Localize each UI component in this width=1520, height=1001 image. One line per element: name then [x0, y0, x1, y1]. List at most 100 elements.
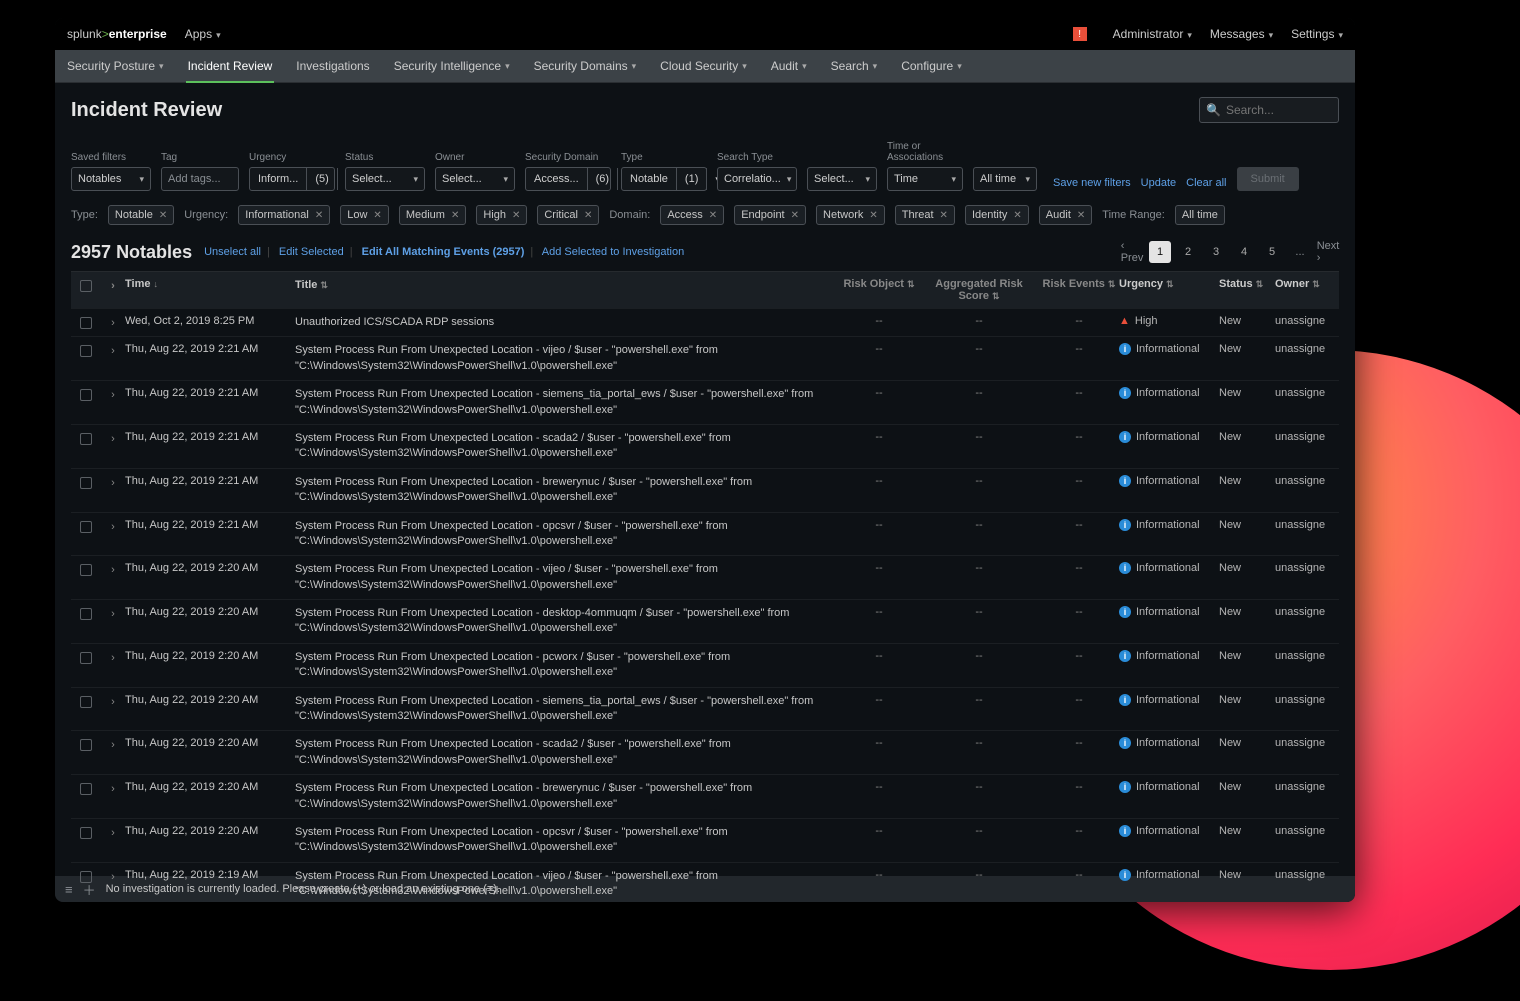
chip-domain-access[interactable]: Access✕ [660, 205, 724, 225]
chip-domain-endpoint[interactable]: Endpoint✕ [734, 205, 806, 225]
col-urgency[interactable]: Urgency⇅ [1119, 278, 1219, 290]
table-row[interactable]: ›Thu, Aug 22, 2019 2:21 AMSystem Process… [71, 469, 1339, 513]
chip-type-notable[interactable]: Notable✕ [108, 205, 174, 225]
table-row[interactable]: ›Wed, Oct 2, 2019 8:25 PMUnauthorized IC… [71, 309, 1339, 337]
table-row[interactable]: ›Thu, Aug 22, 2019 2:20 AMSystem Process… [71, 600, 1339, 644]
row-expand-icon[interactable]: › [101, 869, 125, 883]
chip-close-icon[interactable]: ✕ [584, 210, 592, 221]
owner-dropdown[interactable]: Select...▾ [435, 167, 515, 191]
chip-urgency-high[interactable]: High✕ [476, 205, 527, 225]
row-expand-icon[interactable]: › [101, 606, 125, 620]
row-checkbox[interactable] [80, 696, 92, 708]
search-input[interactable] [1226, 103, 1355, 117]
nav-incident-review[interactable]: Incident Review [186, 50, 275, 83]
row-checkbox[interactable] [80, 608, 92, 620]
table-row[interactable]: ›Thu, Aug 22, 2019 2:21 AMSystem Process… [71, 425, 1339, 469]
row-expand-icon[interactable]: › [101, 431, 125, 445]
chip-domain-identity[interactable]: Identity✕ [965, 205, 1029, 225]
row-expand-icon[interactable]: › [101, 519, 125, 533]
pager-page-5[interactable]: 5 [1261, 241, 1283, 263]
chip-domain-threat[interactable]: Threat✕ [895, 205, 955, 225]
add-to-investigation-link[interactable]: Add Selected to Investigation [542, 246, 684, 258]
row-checkbox[interactable] [80, 564, 92, 576]
table-row[interactable]: ›Thu, Aug 22, 2019 2:20 AMSystem Process… [71, 644, 1339, 688]
row-checkbox[interactable] [80, 521, 92, 533]
chip-close-icon[interactable]: ✕ [373, 210, 381, 221]
row-checkbox[interactable] [80, 827, 92, 839]
table-row[interactable]: ›Thu, Aug 22, 2019 2:21 AMSystem Process… [71, 337, 1339, 381]
security-domain-dropdown[interactable]: Access...(6)▾ [525, 167, 611, 191]
clear-filters-link[interactable]: Clear all [1186, 177, 1226, 189]
nav-cloud-security[interactable]: Cloud Security [658, 50, 749, 83]
col-risk-events[interactable]: Risk Events⇅ [1039, 278, 1119, 290]
pager-page-2[interactable]: 2 [1177, 241, 1199, 263]
row-expand-icon[interactable]: › [101, 650, 125, 664]
row-expand-icon[interactable]: › [101, 343, 125, 357]
update-filters-link[interactable]: Update [1141, 177, 1176, 189]
col-owner[interactable]: Owner⇅ [1275, 278, 1339, 290]
row-expand-icon[interactable]: › [101, 825, 125, 839]
row-expand-icon[interactable]: › [101, 694, 125, 708]
chip-close-icon[interactable]: ✕ [1013, 210, 1021, 221]
unselect-all-link[interactable]: Unselect all [204, 246, 261, 258]
row-expand-icon[interactable]: › [101, 475, 125, 489]
table-row[interactable]: ›Thu, Aug 22, 2019 2:21 AMSystem Process… [71, 381, 1339, 425]
chip-urgency-medium[interactable]: Medium✕ [399, 205, 467, 225]
chip-timerange[interactable]: All time [1175, 205, 1225, 225]
saved-filters-dropdown[interactable]: Notables▾ [71, 167, 151, 191]
col-agg-score[interactable]: Aggregated Risk Score⇅ [919, 278, 1039, 302]
row-expand-icon[interactable]: › [101, 562, 125, 576]
settings-menu[interactable]: Settings [1291, 27, 1343, 41]
col-title[interactable]: Title⇅ [295, 278, 839, 293]
row-expand-icon[interactable]: › [101, 737, 125, 751]
submit-button[interactable]: Submit [1237, 167, 1299, 191]
apps-menu[interactable]: Apps [185, 27, 221, 41]
nav-search[interactable]: Search [829, 50, 880, 83]
alert-icon[interactable]: ! [1073, 27, 1087, 41]
chip-close-icon[interactable]: ✕ [315, 210, 323, 221]
pager-next[interactable]: Next › [1317, 241, 1339, 263]
col-risk-object[interactable]: Risk Object⇅ [839, 278, 919, 290]
col-status[interactable]: Status⇅ [1219, 278, 1275, 290]
table-row[interactable]: ›Thu, Aug 22, 2019 2:20 AMSystem Process… [71, 688, 1339, 732]
table-row[interactable]: ›Thu, Aug 22, 2019 2:19 AMSystem Process… [71, 863, 1339, 902]
messages-menu[interactable]: Messages [1210, 27, 1273, 41]
chip-domain-network[interactable]: Network✕ [816, 205, 885, 225]
pager-page-1[interactable]: 1 [1149, 241, 1171, 263]
save-filters-link[interactable]: Save new filters [1053, 177, 1131, 189]
chip-urgency-informational[interactable]: Informational✕ [238, 205, 330, 225]
table-row[interactable]: ›Thu, Aug 22, 2019 2:21 AMSystem Process… [71, 513, 1339, 557]
pager-page-4[interactable]: 4 [1233, 241, 1255, 263]
row-checkbox[interactable] [80, 317, 92, 329]
chip-domain-audit[interactable]: Audit✕ [1039, 205, 1092, 225]
table-row[interactable]: ›Thu, Aug 22, 2019 2:20 AMSystem Process… [71, 556, 1339, 600]
chip-urgency-low[interactable]: Low✕ [340, 205, 389, 225]
row-expand-icon[interactable]: › [101, 315, 125, 329]
nav-investigations[interactable]: Investigations [294, 50, 371, 83]
chip-close-icon[interactable]: ✕ [159, 210, 167, 221]
chip-close-icon[interactable]: ✕ [869, 210, 877, 221]
edit-selected-link[interactable]: Edit Selected [279, 246, 344, 258]
table-row[interactable]: ›Thu, Aug 22, 2019 2:20 AMSystem Process… [71, 775, 1339, 819]
table-row[interactable]: ›Thu, Aug 22, 2019 2:20 AMSystem Process… [71, 731, 1339, 775]
chip-close-icon[interactable]: ✕ [940, 210, 948, 221]
administrator-menu[interactable]: Administrator [1113, 27, 1192, 41]
row-checkbox[interactable] [80, 345, 92, 357]
tag-input[interactable]: Add tags... [161, 167, 239, 191]
pager-page-3[interactable]: 3 [1205, 241, 1227, 263]
nav-audit[interactable]: Audit [769, 50, 809, 83]
status-dropdown[interactable]: Select...▾ [345, 167, 425, 191]
chip-close-icon[interactable]: ✕ [512, 210, 520, 221]
chip-close-icon[interactable]: ✕ [451, 210, 459, 221]
time-range-dropdown[interactable]: All time▾ [973, 167, 1037, 191]
chip-close-icon[interactable]: ✕ [791, 210, 799, 221]
row-expand-icon[interactable]: › [101, 781, 125, 795]
chip-close-icon[interactable]: ✕ [1077, 210, 1085, 221]
search-box[interactable]: 🔍 [1199, 97, 1339, 123]
edit-all-matching-link[interactable]: Edit All Matching Events (2957) [362, 246, 525, 258]
row-checkbox[interactable] [80, 739, 92, 751]
nav-security-intelligence[interactable]: Security Intelligence [392, 50, 512, 83]
expand-all-icon[interactable]: › [101, 278, 125, 292]
row-expand-icon[interactable]: › [101, 387, 125, 401]
select-all-checkbox[interactable] [80, 280, 92, 292]
